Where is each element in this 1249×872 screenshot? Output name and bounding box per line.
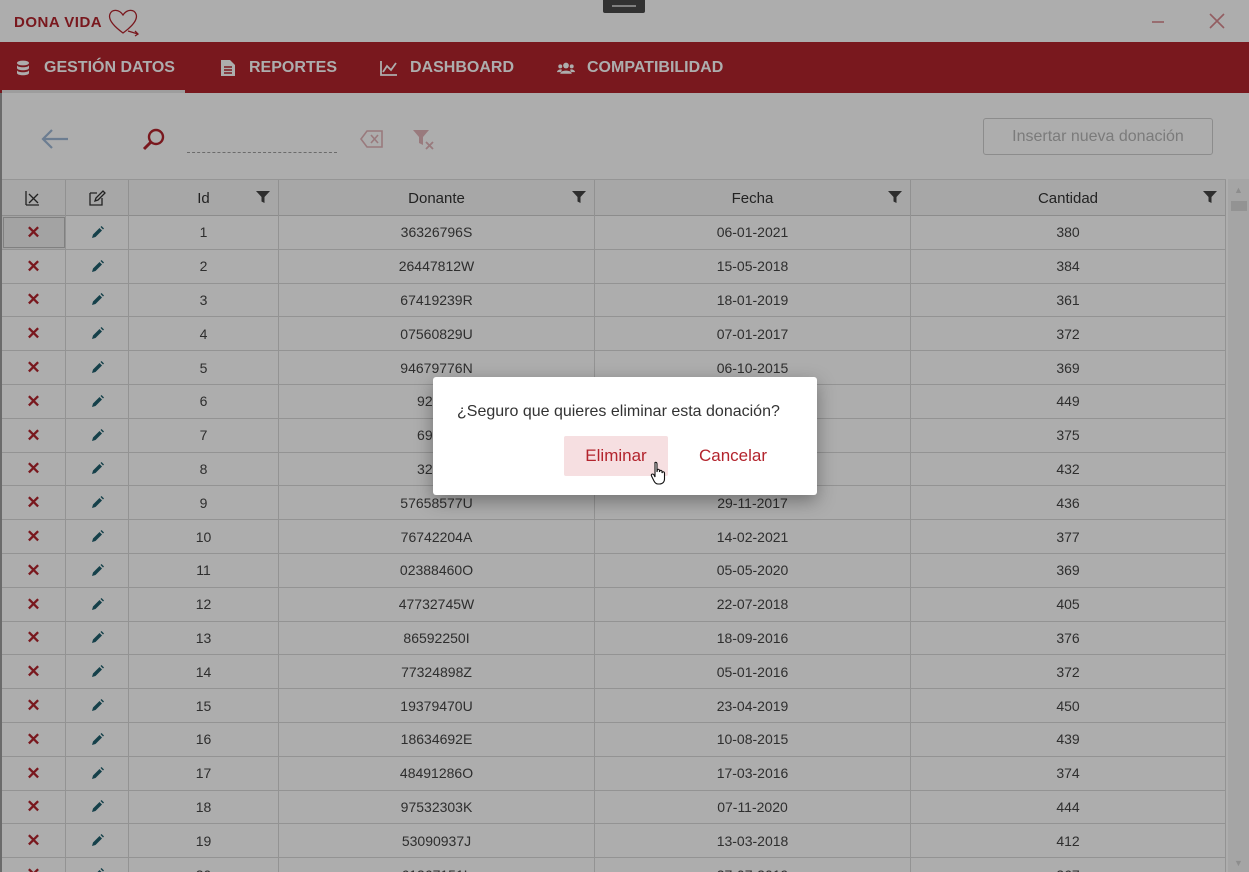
hand-cursor-icon <box>650 461 666 485</box>
cancel-button[interactable]: Cancelar <box>691 436 775 476</box>
dialog-message: ¿Seguro que quieres eliminar esta donaci… <box>457 403 780 420</box>
confirm-delete-dialog: ¿Seguro que quieres eliminar esta donaci… <box>433 377 817 495</box>
